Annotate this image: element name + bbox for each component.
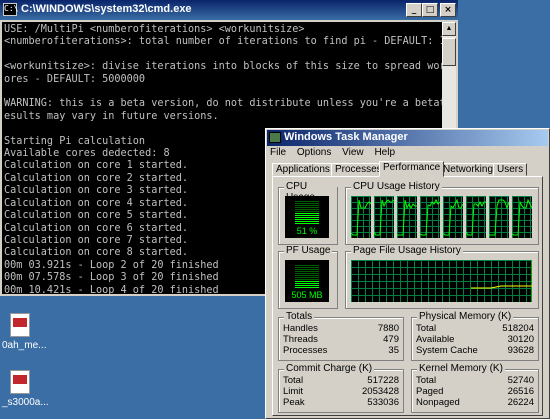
tab-processes[interactable]: Processes bbox=[331, 163, 386, 176]
cpu-usage-gauge: 51 % bbox=[285, 196, 329, 238]
menu-file[interactable]: File bbox=[270, 147, 286, 158]
tab-users[interactable]: Users bbox=[493, 163, 528, 176]
cmd-window-title: C:\WINDOWS\system32\cmd.exe bbox=[21, 3, 192, 15]
taskmgr-app-icon bbox=[269, 132, 281, 143]
pf-usage-value: 505 MB bbox=[291, 290, 323, 300]
cpu-usage-value: 51 % bbox=[296, 226, 318, 236]
kernel-memory-label: Kernel Memory (K) bbox=[417, 363, 505, 374]
task-manager-window[interactable]: Windows Task Manager File Options View H… bbox=[265, 128, 550, 419]
stat-row: Total 52740 bbox=[416, 375, 534, 386]
cpu-history-group: CPU Usage History bbox=[345, 181, 539, 245]
scroll-thumb[interactable] bbox=[442, 38, 456, 66]
stat-row: Nonpaged 26224 bbox=[416, 397, 534, 408]
menu-options[interactable]: Options bbox=[297, 147, 331, 158]
meter-segment bbox=[295, 207, 319, 208]
pf-history-graph bbox=[351, 260, 532, 302]
pdf-icon bbox=[10, 370, 30, 394]
meter-segment bbox=[295, 277, 319, 278]
maximize-button[interactable]: □ bbox=[422, 3, 438, 17]
meter-segment bbox=[295, 213, 319, 214]
meter-segment bbox=[295, 201, 319, 202]
cpu-core-graph bbox=[443, 196, 463, 238]
stat-row: System Cache 93628 bbox=[416, 345, 534, 356]
pf-history-line bbox=[471, 285, 532, 289]
menu-view[interactable]: View bbox=[342, 147, 364, 158]
meter-segment bbox=[295, 281, 319, 282]
cpu-history-label: CPU Usage History bbox=[351, 181, 442, 192]
scroll-up-icon[interactable]: ▲ bbox=[442, 22, 456, 36]
cpu-core-graph bbox=[466, 196, 486, 238]
cpu-core-graph bbox=[374, 196, 394, 238]
kernel-memory-group: Kernel Memory (K) Total 52740 Paged 26516 … bbox=[411, 363, 539, 413]
totals-label: Totals bbox=[284, 311, 315, 322]
desktop-icon-label: _s3000a... bbox=[2, 397, 49, 408]
close-button[interactable]: × bbox=[440, 3, 456, 17]
cpu-core-graph bbox=[420, 196, 440, 238]
meter-segment bbox=[295, 205, 319, 206]
meter-segment bbox=[295, 211, 319, 212]
meter-segment bbox=[295, 219, 319, 220]
stat-row: Limit 2053428 bbox=[283, 386, 399, 397]
meter-segment bbox=[295, 275, 319, 276]
tab-networking[interactable]: Networking bbox=[439, 163, 498, 176]
cpu-core-graph bbox=[489, 196, 509, 238]
meter-segment bbox=[295, 223, 319, 224]
pf-history-group: Page File Usage History bbox=[345, 245, 539, 309]
pdf-icon bbox=[10, 313, 30, 337]
cmd-title-bar[interactable]: C:\ C:\WINDOWS\system32\cmd.exe _ □ × bbox=[0, 0, 458, 20]
meter-segment bbox=[295, 279, 319, 280]
stat-row: Handles 7880 bbox=[283, 323, 399, 334]
meter-segment bbox=[295, 209, 319, 210]
cpu-usage-group: CPU Usage 51 % bbox=[278, 181, 338, 245]
meter-segment bbox=[295, 265, 319, 266]
cpu-core-graph bbox=[512, 196, 532, 238]
meter-segment bbox=[295, 271, 319, 272]
pf-usage-group: PF Usage 505 MB bbox=[278, 245, 338, 309]
meter-segment bbox=[295, 267, 319, 268]
commit-charge-label: Commit Charge (K) bbox=[284, 363, 375, 374]
cmd-app-icon: C:\ bbox=[3, 3, 18, 16]
physical-memory-label: Physical Memory (K) bbox=[417, 311, 514, 322]
stat-row: Paged 26516 bbox=[416, 386, 534, 397]
pf-history-label: Page File Usage History bbox=[351, 245, 463, 256]
meter-segment bbox=[295, 215, 319, 216]
stat-row: Available 30120 bbox=[416, 334, 534, 345]
meter-segment bbox=[295, 269, 319, 270]
stat-row: Threads 479 bbox=[283, 334, 399, 345]
minimize-button[interactable]: _ bbox=[406, 3, 422, 17]
menu-bar: File Options View Help bbox=[270, 147, 403, 161]
stat-row: Total 517228 bbox=[283, 375, 399, 386]
meter-segment bbox=[295, 285, 319, 286]
cpu-core-graph bbox=[351, 196, 371, 238]
cpu-history-graph bbox=[351, 196, 532, 238]
totals-group: Totals Handles 7880 Threads 479 Processes 3… bbox=[278, 311, 404, 361]
taskmgr-window-title: Windows Task Manager bbox=[284, 131, 408, 143]
physical-memory-group: Physical Memory (K) Total 518204 Availabl… bbox=[411, 311, 539, 361]
cpu-usage-bars bbox=[295, 201, 319, 224]
stat-row: Total 518204 bbox=[416, 323, 534, 334]
desktop-icon-label: 0ah_me... bbox=[2, 340, 47, 351]
stat-row: Processes 35 bbox=[283, 345, 399, 356]
meter-segment bbox=[295, 273, 319, 274]
cpu-core-graph bbox=[397, 196, 417, 238]
pf-usage-bars bbox=[295, 265, 319, 288]
menu-help[interactable]: Help bbox=[374, 147, 395, 158]
meter-segment bbox=[295, 203, 319, 204]
meter-segment bbox=[295, 221, 319, 222]
meter-segment bbox=[295, 283, 319, 284]
performance-pane: CPU Usage 51 % CPU Usage History PF Usag… bbox=[272, 176, 543, 416]
commit-charge-group: Commit Charge (K) Total 517228 Limit 20534… bbox=[278, 363, 404, 413]
taskmgr-title-bar[interactable]: Windows Task Manager bbox=[267, 130, 548, 146]
pf-usage-gauge: 505 MB bbox=[285, 260, 329, 302]
meter-segment bbox=[295, 287, 319, 288]
stat-row: Peak 533036 bbox=[283, 397, 399, 408]
tab-applications[interactable]: Applications bbox=[272, 163, 334, 176]
tab-performance[interactable]: Performance bbox=[379, 161, 445, 177]
pf-usage-label: PF Usage bbox=[284, 245, 333, 256]
meter-segment bbox=[295, 217, 319, 218]
